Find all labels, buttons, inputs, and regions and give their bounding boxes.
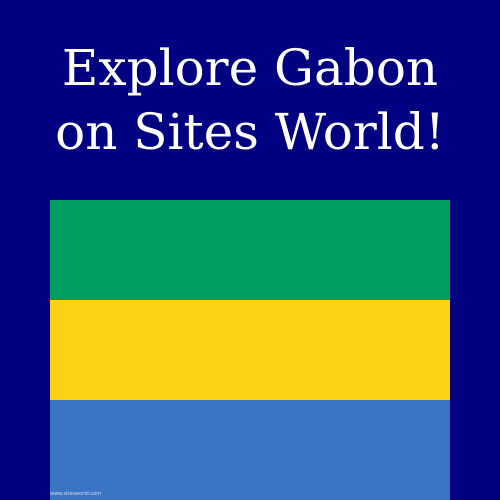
flag-stripe-blue xyxy=(50,400,450,500)
watermark: www.sitesworld.com xyxy=(50,491,102,497)
headline: Explore Gabon on Sites World! xyxy=(0,36,500,164)
promo-banner: Explore Gabon on Sites World! www.sitesw… xyxy=(0,0,500,500)
headline-line-2: on Sites World! xyxy=(55,103,445,161)
flag-stripe-yellow xyxy=(50,300,450,400)
flag-stripe-green xyxy=(50,200,450,300)
headline-line-1: Explore Gabon xyxy=(61,39,439,97)
gabon-flag xyxy=(50,200,450,500)
